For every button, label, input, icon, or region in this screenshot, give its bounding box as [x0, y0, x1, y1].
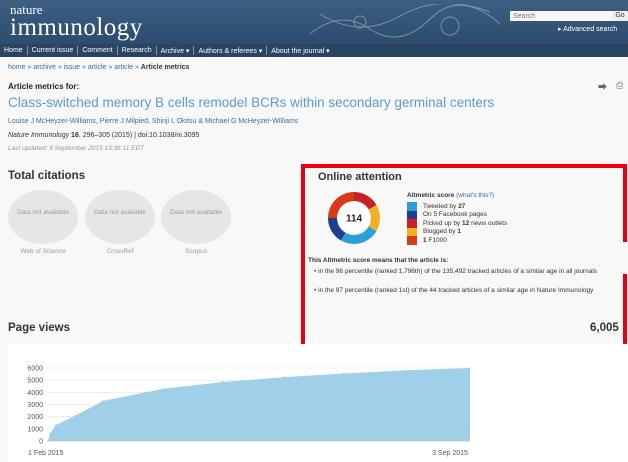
x-tick-label: 1 Feb 2015 — [28, 450, 64, 457]
metrics-for-label: Article metrics for: — [8, 82, 80, 91]
citation-value: Data not available — [93, 209, 147, 216]
page-views-area — [48, 367, 470, 441]
advanced-search-link[interactable]: ▸ Advanced search — [558, 25, 617, 33]
y-tick-label: 6000 — [27, 366, 43, 373]
citation-circle-web-of-science: Data not available — [8, 190, 78, 244]
y-tick-label: 0 — [39, 439, 43, 446]
nav-research[interactable]: Research — [118, 47, 156, 54]
main-content: home » archive » issue » article » artic… — [0, 57, 628, 462]
citation-circle-crossref: Data not available — [85, 190, 155, 244]
breadcrumb-separator: » — [133, 64, 141, 71]
page-views-point — [55, 424, 57, 426]
header-decoration — [309, 4, 501, 38]
page-views-point — [222, 381, 225, 383]
citation-circle-scopus: Data not available — [161, 190, 231, 244]
nav-home[interactable]: Home — [0, 47, 27, 54]
citation-value: Data not available — [169, 209, 223, 216]
breadcrumb: home » archive » issue » article » artic… — [8, 64, 189, 71]
citation-source-label: Scopus — [185, 248, 207, 255]
page-views-chart-panel: 0 1000 2000 3000 4000 5000 6000 1 Feb 2015 3 Sep… — [8, 344, 628, 462]
y-tick-label: 2000 — [27, 414, 43, 421]
site-header: nature immunology Go ▸ Advanced search — [0, 0, 628, 44]
nav-about-journal[interactable]: About the journal ▾ — [267, 47, 333, 55]
total-citations-heading: Total citations — [8, 170, 86, 182]
y-tick-label: 1000 — [27, 426, 43, 433]
page-views-point — [404, 369, 406, 372]
search-input[interactable] — [510, 11, 612, 21]
page-views-point — [284, 376, 286, 378]
page-views-chart[interactable]: 0 1000 2000 3000 4000 5000 6000 1 Feb 2015 3 Sep… — [8, 344, 628, 462]
nav-archive[interactable]: Archive ▾ — [157, 47, 194, 55]
y-tick-label: 5000 — [27, 378, 43, 385]
y-tick-label: 4000 — [27, 390, 43, 397]
page-views-total: 6,005 — [590, 322, 619, 334]
article-authors[interactable]: Louise J McHeyzer-Williams, Pierre J Mil… — [8, 118, 298, 125]
page-views-point — [469, 367, 471, 369]
citation-source-label: Web of Science — [20, 248, 66, 255]
article-citation: Nature Immunology 16, 296–305 (2015) | d… — [8, 132, 199, 139]
journal-pages-doi: , 296–305 (2015) | doi:10.1038/ni.3095 — [78, 132, 200, 139]
breadcrumb-article[interactable]: article — [114, 64, 133, 71]
journal-name: Nature Immunology — [8, 132, 70, 139]
journal-volume: 16 — [71, 132, 79, 139]
nav-current-issue[interactable]: Current issue — [28, 47, 78, 54]
breadcrumb-separator: » — [80, 64, 88, 71]
page-views-point — [75, 414, 77, 417]
logo-immunology[interactable]: immunology — [10, 15, 143, 41]
last-updated: Last updated: 8 September 2015 13:36:11 … — [8, 145, 145, 152]
main-nav: Home Current issue Comment Research Arch… — [0, 44, 628, 57]
breadcrumb-separator: » — [55, 64, 64, 71]
go-button[interactable]: Go — [612, 11, 628, 21]
page-views-point — [102, 400, 104, 402]
share-icon[interactable]: ⮕ — [598, 80, 607, 93]
page-views-heading: Page views — [8, 322, 71, 334]
breadcrumb-article[interactable]: article — [88, 64, 107, 71]
y-tick-label: 3000 — [27, 402, 43, 409]
breadcrumb-home[interactable]: home — [8, 64, 26, 71]
page-views-point — [343, 372, 345, 375]
nav-authors-referees[interactable]: Authors & referees ▾ — [194, 47, 266, 55]
page-views-point — [49, 433, 51, 435]
breadcrumb-issue[interactable]: issue — [64, 64, 80, 71]
article-title[interactable]: Class-switched memory B cells remodel BC… — [8, 95, 494, 110]
breadcrumb-current: Article metrics — [140, 64, 190, 71]
x-tick-label: 3 Sep 2015 — [432, 450, 468, 457]
nav-comment[interactable]: Comment — [78, 47, 116, 54]
citation-source-label: CrossRef — [106, 248, 134, 255]
breadcrumb-archive[interactable]: archive — [33, 64, 56, 71]
citation-value: Data not available — [16, 209, 70, 216]
highlight-box-edge — [623, 164, 627, 242]
page: nature immunology Go ▸ Advanced search H… — [0, 0, 628, 462]
page-views-point — [163, 388, 165, 390]
highlight-box — [301, 164, 627, 358]
print-icon[interactable]: ⎙ — [616, 80, 623, 91]
